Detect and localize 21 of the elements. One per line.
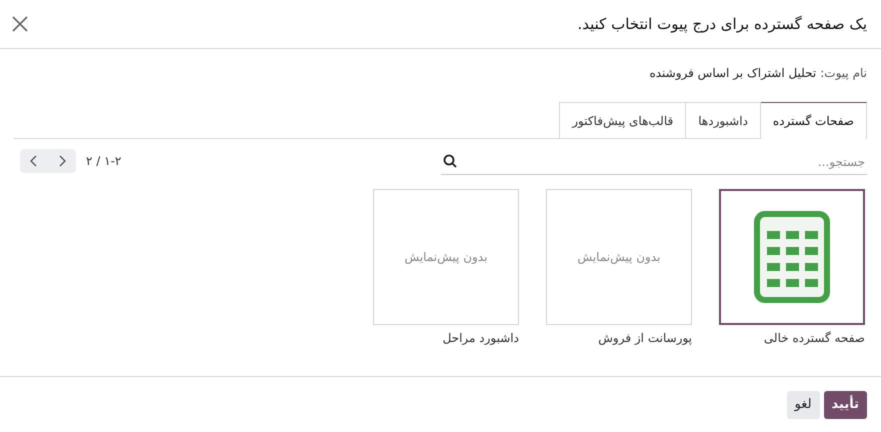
tab[interactable]: صفحات گسترده: [760, 102, 867, 139]
search-field[interactable]: جستجو...: [457, 149, 867, 175]
no-preview-text: بدون پیش‌نمایش: [578, 250, 660, 264]
no-preview-text: بدون پیش‌نمایش: [404, 250, 488, 264]
dialog-title: یک صفحه گسترده برای درج پیوت انتخاب کنید.: [577, 15, 867, 33]
template-caption: صفحه گسترده خالی: [762, 331, 865, 345]
confirm-button[interactable]: تأیید: [824, 390, 867, 418]
tab[interactable]: قالب‌های پیش‌فاکتور: [559, 102, 686, 138]
spreadsheet-icon: [754, 211, 830, 303]
template-thumbnail[interactable]: بدون پیش‌نمایش: [373, 189, 519, 325]
template-caption: داشبورد مراحل: [442, 331, 519, 345]
close-icon[interactable]: [12, 16, 28, 32]
pager-counter: ۱-۲ / ۲: [86, 154, 122, 168]
template-caption: پورسانت از فروش: [597, 331, 692, 345]
chevron-right-icon: [57, 155, 67, 167]
template-thumbnail[interactable]: بدون پیش‌نمایش: [546, 189, 692, 325]
spreadsheet-thumbnail[interactable]: [719, 189, 865, 325]
cancel-button[interactable]: لغو: [786, 390, 820, 418]
chevron-left-icon: [29, 155, 39, 167]
pivot-name-value: تحلیل اشتراک بر اساس فروشنده: [649, 66, 816, 80]
pivot-name-label: نام پیوت:: [820, 66, 867, 80]
